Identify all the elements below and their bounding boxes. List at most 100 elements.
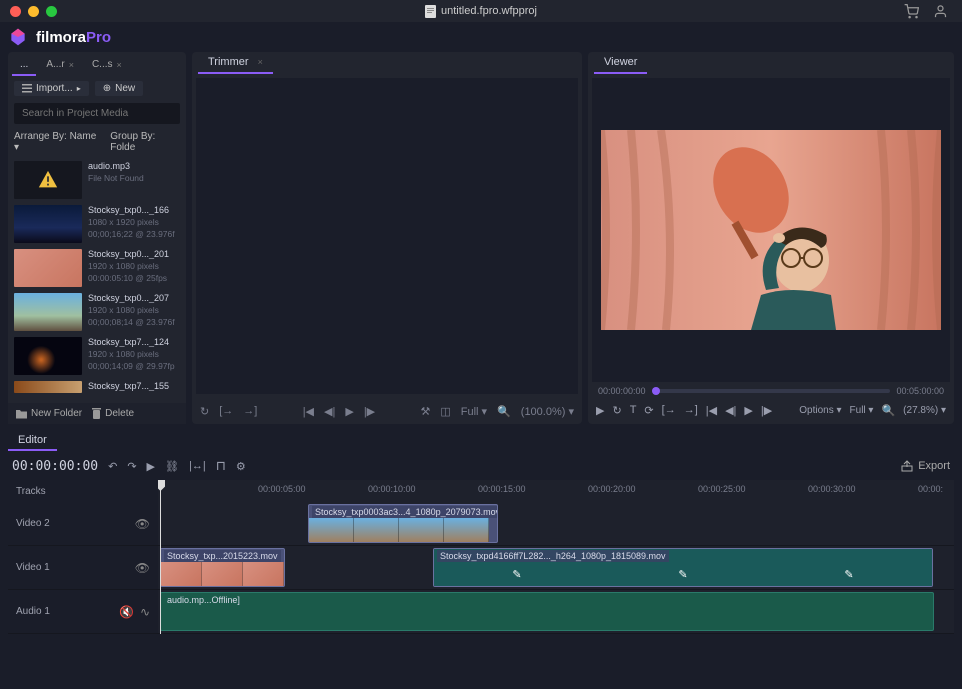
clip[interactable]: Stocksy_txp0003ac3...4_1080p_2079073.mov [308,504,498,543]
export-button[interactable]: Export [901,460,950,472]
track-label-audio1[interactable]: Audio 1 🔇 ∿ [8,590,158,634]
clip-label: Stocksy_txpd4166ff7L282..._h264_1080p_18… [437,550,669,562]
pointer-icon[interactable]: ▶ [147,460,155,473]
play-icon[interactable]: ▶ [744,404,752,417]
minimize-window-button[interactable] [28,6,39,17]
viewer-image [601,130,941,330]
tool-icon[interactable]: ⚒ [420,405,430,418]
viewer-time-end: 00:05:00:00 [896,386,944,396]
play-icon[interactable]: ▶ [596,404,604,417]
media-tab-3[interactable]: C...s× [84,55,130,76]
close-window-button[interactable] [10,6,21,17]
search-icon[interactable]: 🔍 [881,404,895,417]
step-fwd-icon[interactable]: |▶ [364,405,375,418]
in-icon[interactable]: [→ [662,404,676,416]
media-meta: 1920 x 1080 pixels [88,305,175,315]
track-label-video1[interactable]: Video 1 👁 [8,546,158,590]
in-icon[interactable]: [→ [219,405,233,417]
ruler-tick: 00:00:15:00 [478,484,526,494]
clip[interactable]: Stocksy_txpd4166ff7L282..._h264_1080p_18… [433,548,933,587]
goto-start-icon[interactable]: |◀ [706,404,717,417]
clip[interactable]: audio.mp...Offline] [160,592,934,631]
media-thumbnail-warning [14,161,82,199]
mute-icon[interactable]: 🔇 [119,605,134,619]
media-item[interactable]: Stocksy_txp0..._207 1920 x 1080 pixels 0… [12,291,182,333]
visibility-icon[interactable]: 👁 [135,561,150,575]
out-icon[interactable]: →] [243,405,257,417]
options-dropdown[interactable]: Options ▾ [799,405,841,416]
editor-timecode: 00:00:00:00 [12,459,98,474]
media-name: Stocksy_txp0..._207 [88,293,175,303]
clip-label: audio.mp...Offline] [164,594,243,606]
timeline: Tracks Video 2 👁 Video 1 👁 Audio 1 🔇 ∿ 0… [8,480,954,634]
ruler-tick: 00:00:25:00 [698,484,746,494]
full-dropdown[interactable]: Full ▾ [461,405,487,418]
media-thumbnail [14,381,82,393]
viewer-zoom[interactable]: (27.8%) ▾ [903,405,946,416]
out-icon[interactable]: →] [684,404,698,416]
delete-button[interactable]: Delete [92,408,134,419]
tool2-icon[interactable]: ◫ [440,405,450,418]
full-dropdown[interactable]: Full ▾ [850,405,874,416]
step-back-icon[interactable]: ◀| [725,404,736,417]
media-thumbnail [14,293,82,331]
undo-icon[interactable]: ↶ [108,460,117,473]
trimmer-viewport [196,78,578,394]
playhead[interactable] [160,480,161,634]
loop-icon[interactable]: ↻ [200,405,209,418]
search-input[interactable] [14,103,180,124]
track-labels: Tracks Video 2 👁 Video 1 👁 Audio 1 🔇 ∿ [8,480,158,634]
track-video2[interactable]: Stocksy_txp0003ac3...4_1080p_2079073.mov [158,502,954,546]
gear-icon[interactable]: ⚙ [236,460,246,473]
import-button[interactable]: Import... ▸ [14,81,89,96]
media-tab-1[interactable]: ... [12,55,36,76]
loop-icon[interactable]: ↻ [612,404,621,417]
close-icon[interactable]: × [117,60,122,70]
ruler-tick: 00:00:20:00 [588,484,636,494]
group-by-dropdown[interactable]: Group By: Folde [110,131,180,153]
viewer-title: Viewer [594,52,647,74]
step-back-icon[interactable]: ◀| [324,405,335,418]
redo-icon[interactable]: ↷ [127,460,136,473]
user-icon[interactable] [933,4,948,19]
link-icon[interactable]: ⛓ [165,460,179,473]
arrange-by-dropdown[interactable]: Arrange By: Name ▾ [14,131,100,153]
viewer-viewport[interactable] [592,78,950,382]
waveform-icon[interactable]: ∿ [140,605,150,619]
media-item[interactable]: Stocksy_txp7..._124 1920 x 1080 pixels 0… [12,335,182,377]
media-item[interactable]: Stocksy_txp0..._166 1080 x 1920 pixels 0… [12,203,182,245]
maximize-window-button[interactable] [46,6,57,17]
cart-icon[interactable] [904,4,919,19]
media-meta: 00;00;08;14 @ 23.976f [88,317,175,327]
timeline-ruler[interactable]: 00:00:05:00 00:00:10:00 00:00:15:00 00:0… [158,480,954,502]
media-item[interactable]: Stocksy_txp0..._201 1920 x 1080 pixels 0… [12,247,182,289]
brand-name: filmoraPro [36,29,111,46]
zoom-value[interactable]: (100.0%) ▾ [521,405,574,418]
viewer-scrubber[interactable] [652,389,891,393]
snap-icon[interactable]: |↔| [189,460,206,472]
visibility-icon[interactable]: 👁 [135,517,150,531]
step-fwd-icon[interactable]: |▶ [761,404,772,417]
viewer-panel: Viewer [588,52,954,424]
media-thumbnail [14,205,82,243]
new-button[interactable]: ⊕ New [95,81,143,96]
refresh-icon[interactable]: ⟳ [644,404,653,417]
close-icon[interactable]: × [69,60,74,70]
timeline-content[interactable]: 00:00:05:00 00:00:10:00 00:00:15:00 00:0… [158,480,954,634]
track-label-video2[interactable]: Video 2 👁 [8,502,158,546]
clip[interactable]: Stocksy_txp...2015223.mov [160,548,285,587]
media-tab-2[interactable]: A...r× [38,55,82,76]
track-video1[interactable]: Stocksy_txp...2015223.mov Stocksy_txpd41… [158,546,954,590]
warning-icon [37,169,59,191]
new-folder-button[interactable]: New Folder [16,408,82,419]
export-icon [901,460,913,472]
track-audio1[interactable]: audio.mp...Offline] [158,590,954,634]
clip-label: Stocksy_txp...2015223.mov [164,550,281,562]
text-icon[interactable]: T [630,404,637,416]
media-item[interactable]: audio.mp3 File Not Found [12,159,182,201]
media-item[interactable]: Stocksy_txp7..._155 [12,379,182,395]
prev-icon[interactable]: |◀ [303,405,314,418]
magnet-icon[interactable]: ⊓ [216,458,226,474]
play-icon[interactable]: ▶ [345,405,353,418]
search-icon[interactable]: 🔍 [497,405,511,418]
